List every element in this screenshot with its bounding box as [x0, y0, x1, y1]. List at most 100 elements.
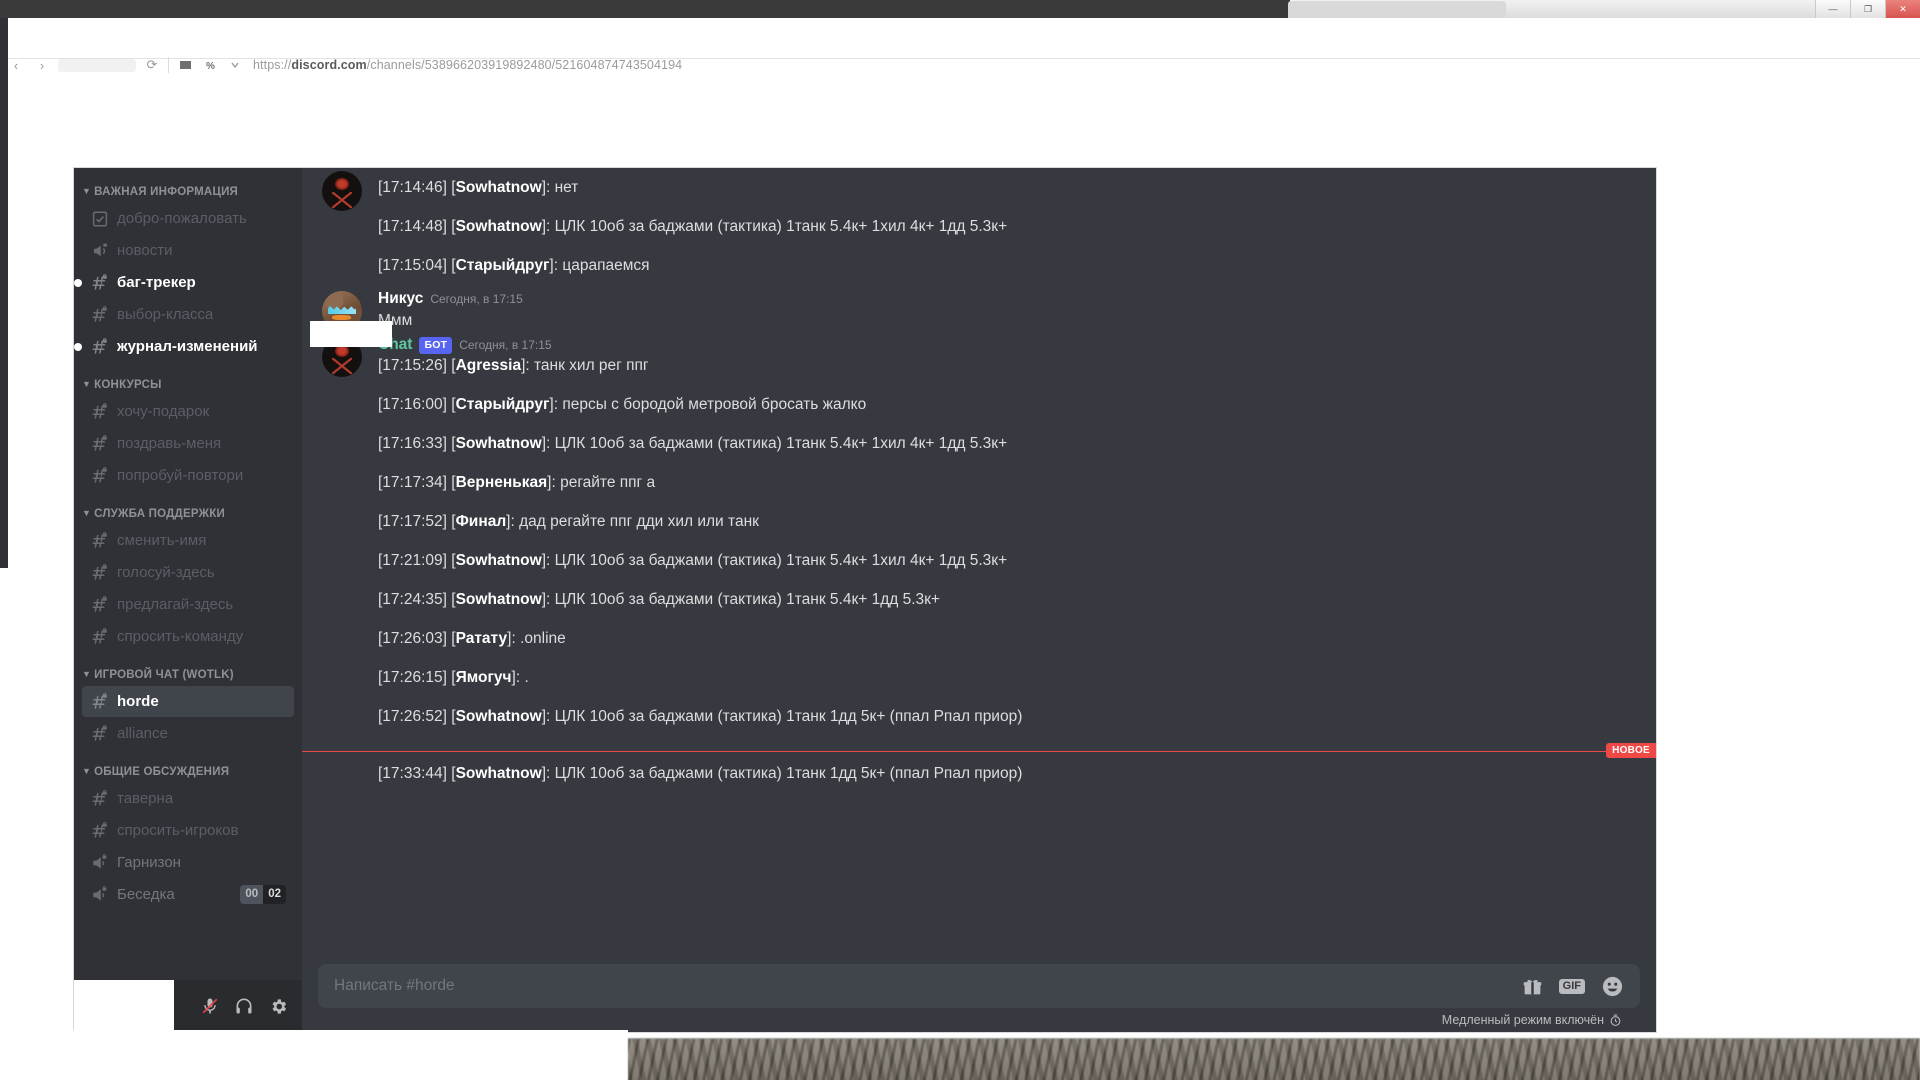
message-composer-area: Написать #horde GIF Медленный режим вклю…	[302, 964, 1656, 1032]
slowmode-notice: Медленный режим включён	[318, 1008, 1640, 1032]
line-text: регайте ппг а	[560, 474, 656, 492]
message-input-box[interactable]: Написать #horde GIF	[318, 964, 1640, 1008]
category-label: ИГРОВОЙ ЧАТ (WOTLK)	[94, 669, 234, 681]
message-author[interactable]: Никус	[378, 289, 423, 310]
chat-log-line: [17:16:00] [Старыйдруг]: персы с бородой…	[378, 396, 867, 414]
message-header: Никус Сегодня, в 17:15	[378, 289, 1608, 310]
channel-label: спросить-игроков	[117, 822, 239, 839]
line-time: [17:15:26]	[378, 357, 447, 375]
message-body: Chat БОТ Сегодня, в 17:15 [17:15:26] [Agres…	[378, 335, 1608, 736]
line-text: танк хил рег ппг	[533, 357, 649, 375]
clock-icon	[1609, 1014, 1622, 1027]
hash-lock-icon	[90, 692, 110, 712]
browser-tab-strip[interactable]	[0, 0, 1290, 18]
sidebar-channel-спросить-команду[interactable]: спросить-команду	[82, 621, 294, 652]
message-body: [17:33:44] [Sowhatnow]: ЦЛК 10об за бадж…	[378, 755, 1608, 797]
url-text[interactable]: https://discord.com/channels/53896620391…	[253, 58, 682, 72]
line-text: нет	[554, 179, 579, 196]
minimize-button[interactable]: —	[1815, 0, 1850, 18]
message-input-placeholder[interactable]: Написать #horde	[334, 977, 1512, 995]
sidebar-channel-Гарнизон[interactable]: Гарнизон	[82, 847, 294, 878]
line-time: [17:26:03]	[378, 629, 447, 647]
sidebar-channel-выбор-класса[interactable]: выбор-класса	[82, 299, 294, 330]
sidebar-channel-поздравь-меня[interactable]: поздравь-меня	[82, 428, 294, 459]
bookmark-square-icon[interactable]	[175, 55, 195, 75]
headphones-icon[interactable]	[228, 990, 260, 1022]
sidebar-channel-horde[interactable]: horde	[82, 686, 294, 717]
sidebar-channel-баг-трекер[interactable]: баг-трекер	[74, 267, 294, 298]
message-body: Никус Сегодня, в 17:15 Ммм	[378, 289, 1608, 332]
category-label: ОБЩИЕ ОБСУЖДЕНИЯ	[94, 766, 230, 778]
line-time: [17:26:15]	[378, 668, 447, 686]
line-time: [17:15:04]	[378, 256, 447, 274]
channel-label: спросить-команду	[117, 628, 244, 645]
microphone-muted-icon[interactable]	[194, 990, 226, 1022]
emoji-icon[interactable]	[1601, 975, 1624, 998]
channel-category-4[interactable]: ▼ ИГРОВОЙ ЧАТ (WOTLK)	[74, 653, 302, 685]
line-text: ЦЛК 10об за баджами (тактика) 1танк 1дд …	[554, 707, 1023, 725]
sidebar-channel-таверна[interactable]: таверна	[82, 783, 294, 814]
dropdown-icon[interactable]	[227, 55, 247, 75]
chat-column: [17:14:46] [Sowhatnow]: нет [17:14:48] [S…	[302, 168, 1656, 1032]
reload-icon[interactable]: ⟳	[142, 55, 162, 75]
browser-active-tab[interactable]	[1288, 1, 1506, 18]
channel-label: horde	[117, 693, 159, 710]
maximize-button[interactable]: ❐	[1850, 0, 1885, 18]
message-after-divider: [17:33:44] [Sowhatnow]: ЦЛК 10об за бадж…	[302, 754, 1656, 798]
close-button[interactable]: ✕	[1885, 0, 1920, 18]
gif-button[interactable]: GIF	[1558, 978, 1585, 994]
sidebar-channel-предлагай-здесь[interactable]: предлагай-здесь	[82, 589, 294, 620]
channel-list[interactable]: ▼ ВАЖНАЯ ИНФОРМАЦИЯ добро-пожаловать ново…	[74, 168, 302, 980]
channel-label: Гарнизон	[117, 854, 181, 871]
category-label: СЛУЖБА ПОДДЕРЖКИ	[94, 508, 225, 520]
back-icon[interactable]: ‹	[6, 55, 26, 75]
sidebar-channel-сменить-имя[interactable]: сменить-имя	[82, 525, 294, 556]
line-nick: Sowhatnow	[455, 551, 542, 569]
sidebar-channel-добро-пожаловать[interactable]: добро-пожаловать	[82, 203, 294, 234]
line-time: [17:14:48]	[378, 217, 447, 235]
sidebar-channel-спросить-игроков[interactable]: спросить-игроков	[82, 815, 294, 846]
sidebar-channel-хочу-подарок[interactable]: хочу-подарок	[82, 396, 294, 427]
sidebar-channel-alliance[interactable]: alliance	[82, 718, 294, 749]
line-text: ЦЛК 10об за баджами (тактика) 1танк 1дд …	[554, 764, 1023, 782]
sidebar-channel-новости[interactable]: новости	[82, 235, 294, 266]
hash-lock-icon	[90, 466, 110, 486]
line-text: ЦЛК 10об за баджами (тактика) 1танк 5.4к…	[554, 551, 1008, 569]
chat-log-line: [17:15:04] [Старыйдруг]: царапаемся	[378, 256, 650, 274]
window-controls: — ❐ ✕	[1815, 0, 1920, 18]
channel-category-1[interactable]: ▼ ВАЖНАЯ ИНФОРМАЦИЯ	[74, 186, 302, 202]
line-nick: Старыйдруг	[455, 396, 550, 414]
hash-lock-icon	[90, 273, 110, 293]
unread-indicator	[74, 342, 82, 351]
line-time: [17:26:52]	[378, 707, 447, 725]
forward-icon[interactable]: ›	[32, 55, 52, 75]
hash-lock-icon	[90, 821, 110, 841]
line-nick: Sowhatnow	[455, 764, 542, 782]
new-messages-divider: НОВОЕ	[302, 742, 1656, 758]
sidebar-channel-попробуй-повтори[interactable]: попробуй-повтори	[82, 460, 294, 491]
chat-log-line: [17:14:48] [Sowhatnow]: ЦЛК 10об за бадж…	[378, 217, 1008, 235]
channel-category-3[interactable]: ▼ СЛУЖБА ПОДДЕРЖКИ	[74, 492, 302, 524]
channel-label: добро-пожаловать	[117, 210, 247, 227]
sidebar-channel-Беседка[interactable]: Беседка 00 02	[82, 879, 294, 910]
hash-lock-icon	[90, 724, 110, 744]
channel-label: таверна	[117, 790, 174, 807]
message-list[interactable]: [17:14:46] [Sowhatnow]: нет [17:14:48] [S…	[302, 168, 1656, 964]
avatar[interactable]	[322, 171, 362, 211]
chat-log-line: [17:17:52] [Финал]: дад регайте ппг дди …	[378, 512, 759, 530]
line-text: ЦЛК 10об за баджами (тактика) 1танк 5.4к…	[554, 217, 1008, 235]
line-time: [17:17:34]	[378, 474, 447, 492]
hash-lock-icon	[90, 531, 110, 551]
channel-label: Беседка	[117, 886, 175, 903]
channel-category-2[interactable]: ▼ КОНКУРСЫ	[74, 363, 302, 395]
url-path: /channels/538966203919892480/52160487474…	[366, 58, 683, 72]
line-time: [17:21:09]	[378, 551, 447, 569]
channel-category-5[interactable]: ▼ ОБЩИЕ ОБСУЖДЕНИЯ	[74, 750, 302, 782]
extension-icon[interactable]: %	[201, 55, 221, 75]
chevron-down-icon: ▼	[82, 378, 92, 389]
channel-label: хочу-подарок	[117, 403, 210, 420]
gear-icon[interactable]	[262, 990, 294, 1022]
sidebar-channel-голосуй-здесь[interactable]: голосуй-здесь	[82, 557, 294, 588]
sidebar-channel-журнал-изменений[interactable]: журнал-изменений	[74, 331, 294, 362]
gift-icon[interactable]	[1522, 976, 1543, 997]
